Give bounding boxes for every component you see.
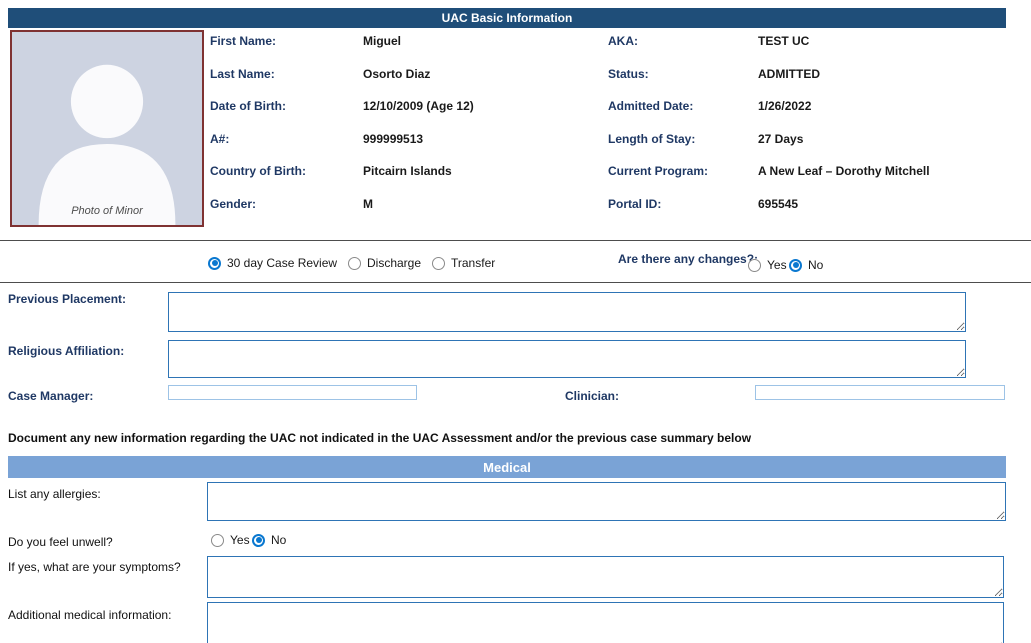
case-manager-label: Case Manager:	[8, 389, 93, 403]
radio-option-transfer[interactable]: Transfer	[432, 256, 495, 270]
religious-affiliation-label: Religious Affiliation:	[8, 344, 124, 358]
admitted-date-label: Admitted Date:	[608, 99, 758, 113]
clinician-input[interactable]	[755, 385, 1005, 400]
changes-yes-label[interactable]: Yes	[767, 258, 787, 272]
field-row-length-of-stay: Length of Stay: 27 Days	[608, 132, 1008, 165]
uac-case-review-page: UAC Basic Information Photo of Minor Fir…	[0, 0, 1031, 643]
field-row-gender: Gender: M	[210, 197, 605, 230]
basic-info-header-title: UAC Basic Information	[442, 11, 573, 25]
discharge-label[interactable]: Discharge	[367, 256, 421, 270]
transfer-radio[interactable]	[432, 257, 445, 270]
radio-option-unwell-yes[interactable]: Yes	[211, 533, 250, 547]
field-row-country-of-birth: Country of Birth: Pitcairn Islands	[210, 164, 605, 197]
current-program-label: Current Program:	[608, 164, 758, 178]
first-name-label: First Name:	[210, 34, 363, 48]
first-name-value: Miguel	[363, 34, 605, 48]
medical-section-header: Medical	[8, 456, 1006, 478]
gender-label: Gender:	[210, 197, 363, 211]
transfer-label[interactable]: Transfer	[451, 256, 495, 270]
30-day-case-review-radio[interactable]	[208, 257, 221, 270]
last-name-value: Osorto Diaz	[363, 67, 605, 81]
religious-affiliation-textarea[interactable]	[168, 340, 966, 378]
basic-info-right-column: AKA: TEST UC Status: ADMITTED Admitted D…	[608, 34, 1008, 230]
field-row-portal-id: Portal ID: 695545	[608, 197, 1008, 230]
field-row-last-name: Last Name: Osorto Diaz	[210, 67, 605, 100]
portal-id-label: Portal ID:	[608, 197, 758, 211]
radio-option-unwell-no[interactable]: No	[252, 533, 286, 547]
radio-option-changes-no[interactable]: No	[789, 258, 823, 272]
length-of-stay-label: Length of Stay:	[608, 132, 758, 146]
changes-yes-radio[interactable]	[748, 259, 761, 272]
field-row-aka: AKA: TEST UC	[608, 34, 1008, 67]
a-number-value: 999999513	[363, 132, 605, 146]
photo-caption: Photo of Minor	[12, 205, 202, 217]
divider-bottom	[0, 282, 1031, 283]
current-program-value: A New Leaf – Dorothy Mitchell	[758, 164, 1008, 178]
field-row-date-of-birth: Date of Birth: 12/10/2009 (Age 12)	[210, 99, 605, 132]
symptoms-label: If yes, what are your symptoms?	[8, 560, 181, 574]
last-name-label: Last Name:	[210, 67, 363, 81]
unwell-no-label[interactable]: No	[271, 533, 286, 547]
case-manager-input[interactable]	[168, 385, 417, 400]
field-row-status: Status: ADMITTED	[608, 67, 1008, 100]
status-label: Status:	[608, 67, 758, 81]
allergies-label: List any allergies:	[8, 487, 101, 501]
30-day-case-review-label[interactable]: 30 day Case Review	[227, 256, 337, 270]
changes-no-label[interactable]: No	[808, 258, 823, 272]
symptoms-textarea[interactable]	[207, 556, 1004, 598]
basic-info-header: UAC Basic Information	[8, 8, 1006, 28]
unwell-yes-radio[interactable]	[211, 534, 224, 547]
instruction-text: Document any new information regarding t…	[8, 431, 908, 445]
basic-info-left-column: First Name: Miguel Last Name: Osorto Dia…	[210, 34, 605, 230]
aka-label: AKA:	[608, 34, 758, 48]
field-row-first-name: First Name: Miguel	[210, 34, 605, 67]
aka-value: TEST UC	[758, 34, 1008, 48]
previous-placement-label: Previous Placement:	[8, 292, 126, 306]
additional-medical-label: Additional medical information:	[8, 608, 171, 622]
field-row-a-number: A#: 999999513	[210, 132, 605, 165]
admitted-date-value: 1/26/2022	[758, 99, 1008, 113]
divider-top	[0, 240, 1031, 241]
radio-option-changes-yes[interactable]: Yes	[748, 258, 787, 272]
portal-id-value: 695545	[758, 197, 1008, 211]
gender-value: M	[363, 197, 605, 211]
radio-option-discharge[interactable]: Discharge	[348, 256, 421, 270]
date-of-birth-value: 12/10/2009 (Age 12)	[363, 99, 605, 113]
changes-question-label: Are there any changes?:	[618, 252, 758, 266]
photo-of-minor: Photo of Minor	[10, 30, 204, 227]
previous-placement-textarea[interactable]	[168, 292, 966, 332]
country-of-birth-label: Country of Birth:	[210, 164, 363, 178]
allergies-textarea[interactable]	[207, 482, 1006, 521]
changes-no-radio[interactable]	[789, 259, 802, 272]
date-of-birth-label: Date of Birth:	[210, 99, 363, 113]
country-of-birth-value: Pitcairn Islands	[363, 164, 605, 178]
field-row-admitted-date: Admitted Date: 1/26/2022	[608, 99, 1008, 132]
unwell-no-radio[interactable]	[252, 534, 265, 547]
unwell-question-label: Do you feel unwell?	[8, 535, 113, 549]
additional-medical-textarea[interactable]	[207, 602, 1004, 643]
clinician-label: Clinician:	[565, 389, 619, 403]
medical-section-title: Medical	[483, 460, 531, 475]
person-silhouette-icon	[12, 32, 202, 225]
length-of-stay-value: 27 Days	[758, 132, 1008, 146]
radio-option-30-day-case-review[interactable]: 30 day Case Review	[208, 256, 337, 270]
status-value: ADMITTED	[758, 67, 1008, 81]
a-number-label: A#:	[210, 132, 363, 146]
discharge-radio[interactable]	[348, 257, 361, 270]
unwell-yes-label[interactable]: Yes	[230, 533, 250, 547]
field-row-current-program: Current Program: A New Leaf – Dorothy Mi…	[608, 164, 1008, 197]
